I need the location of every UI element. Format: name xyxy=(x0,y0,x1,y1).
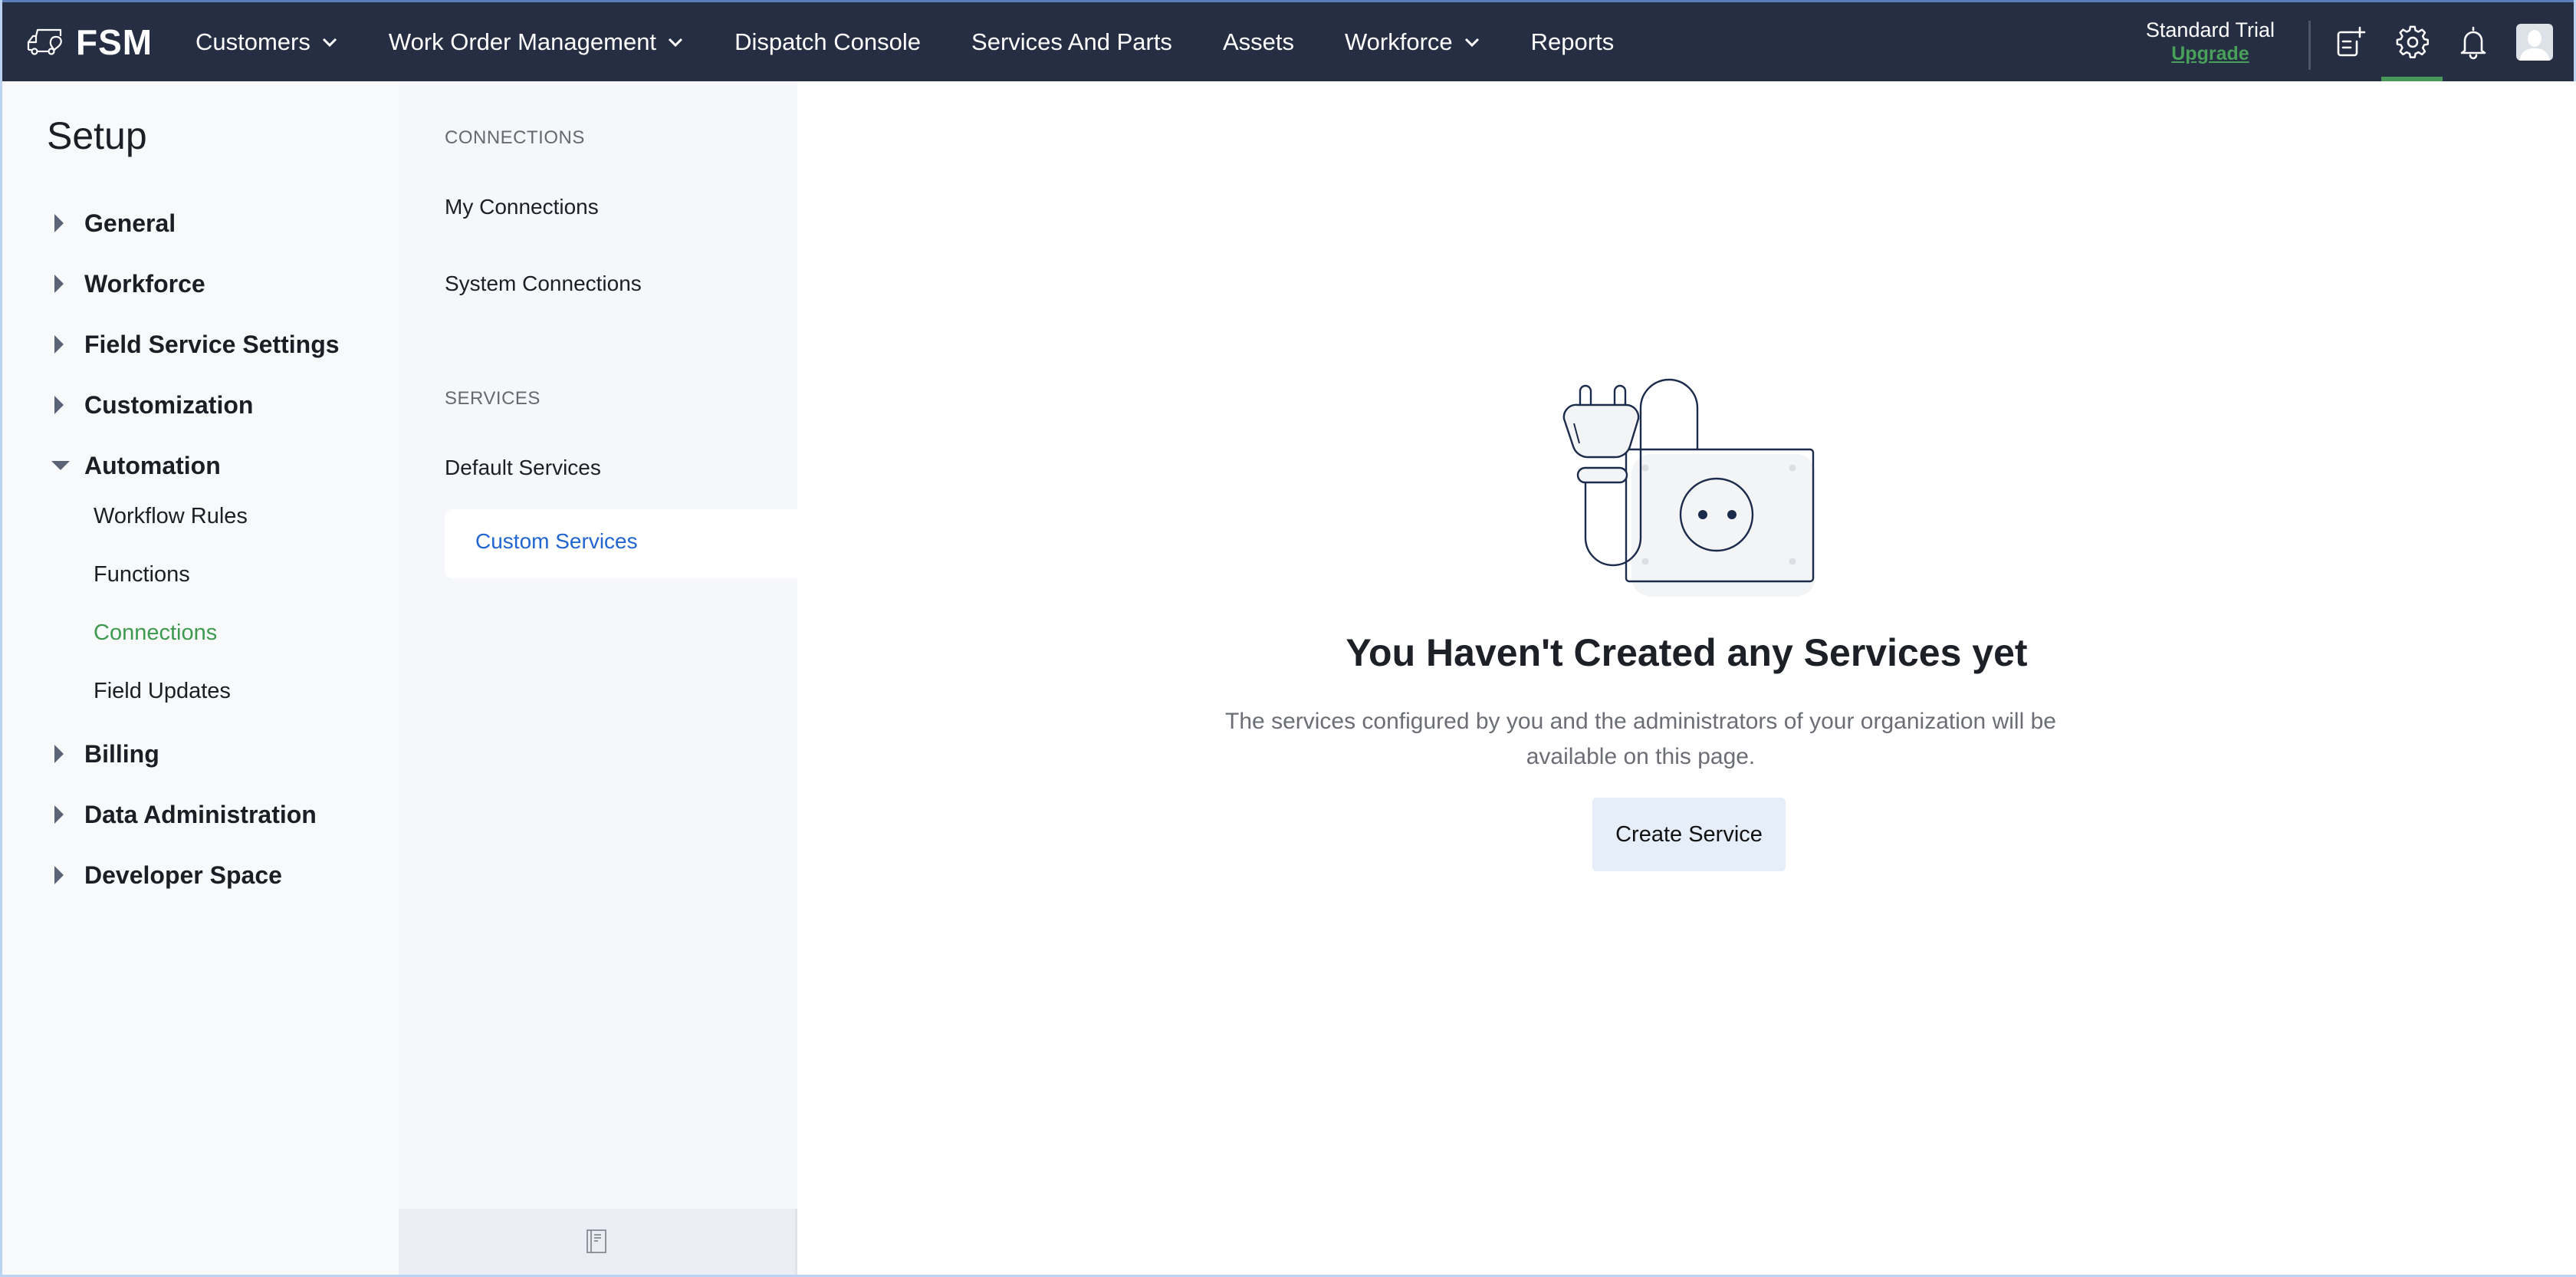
nav-label: Work Order Management xyxy=(388,28,657,55)
user-avatar[interactable] xyxy=(2516,24,2553,61)
sidebar-group-data-administration[interactable]: Data Administration xyxy=(2,795,399,834)
quick-create-icon xyxy=(2337,26,2366,57)
nav-workforce[interactable]: Workforce xyxy=(1345,28,1480,56)
sub-navigation-panel: CONNECTIONS My Connections System Connec… xyxy=(399,81,797,1275)
caret-right-icon xyxy=(54,745,64,763)
sidebar-group-label: Field Service Settings xyxy=(84,330,340,358)
app-window: FSM Customers Work Order Management Disp… xyxy=(0,0,2576,1277)
van-location-icon xyxy=(27,28,62,55)
chevron-down-icon xyxy=(322,38,337,47)
nav-label: Assets xyxy=(1222,28,1294,55)
caret-right-icon xyxy=(54,214,64,232)
app-logo[interactable]: FSM xyxy=(25,21,153,64)
plug-and-socket-illustration xyxy=(1562,378,1815,597)
caret-right-icon xyxy=(54,335,64,354)
sidebar-group-label: Billing xyxy=(84,739,159,768)
empty-state-title: You Haven't Created any Services yet xyxy=(1346,631,2028,674)
user-silhouette-icon xyxy=(2519,30,2550,61)
chevron-down-icon xyxy=(669,38,683,47)
section-heading-connections: CONNECTIONS xyxy=(445,127,585,148)
sidebar-item-functions[interactable]: Functions xyxy=(94,562,190,587)
nav-services-and-parts[interactable]: Services And Parts xyxy=(971,28,1172,56)
plan-info: Standard Trial Upgrade xyxy=(2146,18,2275,65)
sidebar-group-label: General xyxy=(84,209,176,237)
nav-dispatch-console[interactable]: Dispatch Console xyxy=(734,28,921,56)
collapse-panel-icon xyxy=(586,1229,606,1253)
subnav-custom-services[interactable]: Custom Services xyxy=(445,509,797,578)
nav-reports[interactable]: Reports xyxy=(1531,28,1615,56)
caret-right-icon xyxy=(54,805,64,824)
sidebar-group-label: Automation xyxy=(84,451,221,479)
nav-label: Dispatch Console xyxy=(734,28,922,55)
empty-state-description: The services configured by you and the a… xyxy=(1225,709,2056,769)
nav-customers[interactable]: Customers xyxy=(196,28,338,56)
subnav-default-services[interactable]: Default Services xyxy=(445,456,601,480)
sidebar-group-workforce[interactable]: Workforce xyxy=(2,265,399,303)
sidebar-group-developer-space[interactable]: Developer Space xyxy=(2,856,399,894)
sidebar-group-billing[interactable]: Billing xyxy=(2,735,399,773)
chevron-down-icon xyxy=(1464,38,1479,47)
section-heading-services: SERVICES xyxy=(445,388,540,409)
nav-work-order-management[interactable]: Work Order Management xyxy=(389,28,684,56)
sidebar-group-automation[interactable]: Automation xyxy=(2,446,399,485)
nav-label: Customers xyxy=(196,28,310,55)
subnav-label: Custom Services xyxy=(475,529,638,553)
notification-bell-icon xyxy=(2460,26,2486,60)
plan-name: Standard Trial xyxy=(2145,18,2275,41)
sidebar-group-label: Data Administration xyxy=(84,800,317,828)
settings-gear-icon xyxy=(2396,25,2429,58)
app-name: FSM xyxy=(76,22,153,62)
sidebar-group-customization[interactable]: Customization xyxy=(2,386,399,424)
sidebar-group-label: Developer Space xyxy=(84,861,282,889)
top-navigation-bar: FSM Customers Work Order Management Disp… xyxy=(2,0,2574,84)
main-content: You Haven't Created any Services yet The… xyxy=(797,81,2576,1275)
sidebar-item-workflow-rules[interactable]: Workflow Rules xyxy=(94,504,248,529)
subnav-my-connections[interactable]: My Connections xyxy=(445,195,599,219)
caret-right-icon xyxy=(54,866,64,884)
create-service-button[interactable]: Create Service xyxy=(1592,798,1786,871)
setup-sidebar: Setup General Workforce Field Service Se… xyxy=(2,81,399,1275)
sidebar-group-field-service-settings[interactable]: Field Service Settings xyxy=(2,325,399,364)
subnav-system-connections[interactable]: System Connections xyxy=(445,272,642,296)
settings-button[interactable] xyxy=(2394,24,2431,61)
main-nav: Customers Work Order Management Dispatch… xyxy=(196,2,1664,81)
sidebar-group-label: Workforce xyxy=(84,269,205,298)
caret-right-icon xyxy=(54,275,64,293)
caret-right-icon xyxy=(54,396,64,414)
nav-label: Services And Parts xyxy=(971,28,1172,55)
sidebar-item-connections[interactable]: Connections xyxy=(94,620,217,646)
sidebar-item-field-updates[interactable]: Field Updates xyxy=(94,679,231,704)
caret-down-icon xyxy=(51,461,70,470)
nav-label: Workforce xyxy=(1344,28,1453,55)
collapse-panel-button[interactable] xyxy=(399,1209,797,1275)
upgrade-link[interactable]: Upgrade xyxy=(2146,42,2275,65)
nav-assets[interactable]: Assets xyxy=(1223,28,1294,56)
notifications-button[interactable] xyxy=(2455,24,2492,61)
sidebar-group-label: Customization xyxy=(84,390,254,419)
quick-create-button[interactable] xyxy=(2333,24,2370,61)
nav-label: Reports xyxy=(1530,28,1615,55)
divider xyxy=(2308,21,2311,70)
page-title: Setup xyxy=(47,114,147,157)
sidebar-group-general[interactable]: General xyxy=(2,204,399,242)
